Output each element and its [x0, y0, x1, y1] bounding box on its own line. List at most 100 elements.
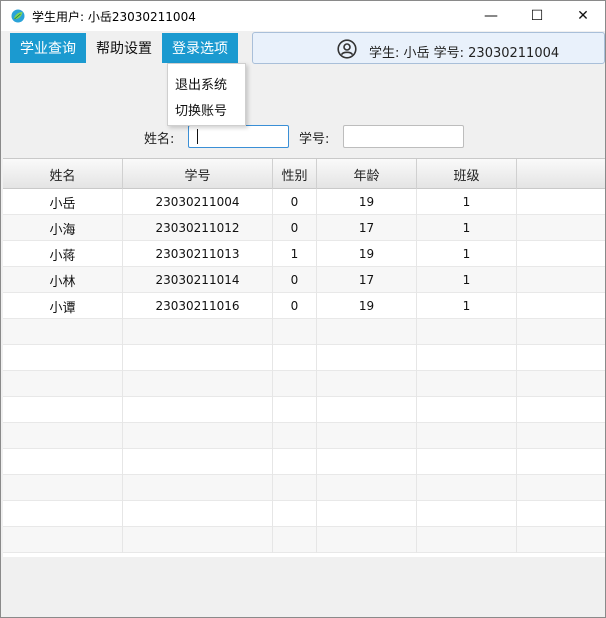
table-cell [273, 449, 317, 475]
column-header-age[interactable]: 年龄 [317, 159, 417, 189]
column-header-gender[interactable]: 性别 [273, 159, 317, 189]
menu-login-options[interactable]: 登录选项 [162, 33, 238, 63]
table-cell [417, 449, 517, 475]
maximize-button[interactable]: ☐ [514, 1, 560, 31]
table-cell: 小蒋 [3, 241, 123, 267]
user-info-text: 学生: 小岳 学号: 23030211004 [369, 46, 560, 61]
table-cell [3, 371, 123, 397]
empty-table-row[interactable] [3, 527, 605, 553]
empty-table-row[interactable] [3, 371, 605, 397]
table-cell: 小岳 [3, 189, 123, 215]
minimize-button[interactable]: — [468, 1, 514, 31]
table-row[interactable]: 小海 23030211012 0 17 1 [3, 215, 605, 241]
dropdown-item-switch-account[interactable]: 切换账号 [168, 96, 245, 122]
table-cell: 1 [417, 241, 517, 267]
table-cell [517, 475, 605, 501]
empty-table-row[interactable] [3, 423, 605, 449]
table-cell [417, 397, 517, 423]
student-table[interactable]: 姓名 学号 性别 年龄 班级 小岳 23030211004 0 19 1 小海 230302… [3, 158, 605, 557]
table-cell [317, 371, 417, 397]
table-cell [273, 501, 317, 527]
table-cell [3, 527, 123, 553]
empty-table-row[interactable] [3, 345, 605, 371]
user-info-panel: 学生: 小岳 学号: 23030211004 [252, 32, 605, 64]
table-cell: 17 [317, 267, 417, 293]
table-cell [417, 527, 517, 553]
name-search-input[interactable] [188, 125, 289, 148]
table-cell [317, 397, 417, 423]
table-cell: 1 [417, 215, 517, 241]
table-cell [273, 423, 317, 449]
table-cell [273, 475, 317, 501]
table-cell [317, 423, 417, 449]
table-cell [123, 423, 273, 449]
table-row[interactable]: 小蒋 23030211013 1 19 1 [3, 241, 605, 267]
table-cell: 23030211004 [123, 189, 273, 215]
text-caret [197, 129, 198, 144]
table-cell [417, 475, 517, 501]
table-cell [123, 501, 273, 527]
table-cell [273, 527, 317, 553]
table-cell [517, 423, 605, 449]
id-search-input[interactable] [343, 125, 464, 148]
table-cell [317, 449, 417, 475]
table-cell [317, 345, 417, 371]
menu-academic-query[interactable]: 学业查询 [10, 33, 86, 63]
table-cell [123, 371, 273, 397]
menu-help-settings[interactable]: 帮助设置 [86, 33, 162, 63]
table-cell: 19 [317, 189, 417, 215]
table-cell: 19 [317, 293, 417, 319]
table-row[interactable]: 小岳 23030211004 0 19 1 [3, 189, 605, 215]
close-button[interactable]: ✕ [560, 1, 605, 31]
minimize-icon: — [484, 8, 498, 24]
table-cell [317, 527, 417, 553]
table-row[interactable]: 小谭 23030211016 0 19 1 [3, 293, 605, 319]
table-body: 小岳 23030211004 0 19 1 小海 23030211012 0 17 1 小蒋 2303… [3, 189, 605, 553]
empty-table-row[interactable] [3, 475, 605, 501]
table-cell [317, 501, 417, 527]
table-cell: 17 [317, 215, 417, 241]
empty-table-row[interactable] [3, 501, 605, 527]
table-cell [517, 397, 605, 423]
table-cell: 19 [317, 241, 417, 267]
table-cell [3, 475, 123, 501]
empty-table-row[interactable] [3, 319, 605, 345]
column-header-filler [517, 159, 605, 189]
empty-table-row[interactable] [3, 449, 605, 475]
table-cell [123, 527, 273, 553]
title-bar[interactable]: 学生用户: 小岳23030211004 — ☐ ✕ [1, 1, 605, 31]
table-cell [3, 501, 123, 527]
table-cell [273, 371, 317, 397]
table-cell [273, 345, 317, 371]
table-cell: 小林 [3, 267, 123, 293]
column-header-name[interactable]: 姓名 [3, 159, 123, 189]
table-cell [517, 371, 605, 397]
table-cell [123, 449, 273, 475]
table-cell [3, 449, 123, 475]
leaf-app-icon [11, 9, 25, 23]
table-cell [517, 449, 605, 475]
table-cell [317, 319, 417, 345]
column-header-student-id[interactable]: 学号 [123, 159, 273, 189]
user-circle-icon [337, 39, 357, 59]
table-cell [517, 319, 605, 345]
column-header-class[interactable]: 班级 [417, 159, 517, 189]
table-cell [417, 319, 517, 345]
table-cell: 1 [417, 189, 517, 215]
table-cell [517, 267, 605, 293]
table-cell [517, 501, 605, 527]
table-row[interactable]: 小林 23030211014 0 17 1 [3, 267, 605, 293]
table-cell [3, 345, 123, 371]
table-cell [417, 345, 517, 371]
table-cell [417, 423, 517, 449]
dropdown-item-exit[interactable]: 退出系统 [168, 70, 245, 96]
table-cell [3, 423, 123, 449]
table-cell [517, 527, 605, 553]
table-cell [317, 475, 417, 501]
empty-table-row[interactable] [3, 397, 605, 423]
table-cell: 23030211012 [123, 215, 273, 241]
maximize-icon: ☐ [530, 8, 544, 24]
table-cell [123, 345, 273, 371]
login-options-dropdown: 退出系统 切换账号 [167, 63, 246, 126]
id-search-label: 学号: [299, 132, 330, 147]
